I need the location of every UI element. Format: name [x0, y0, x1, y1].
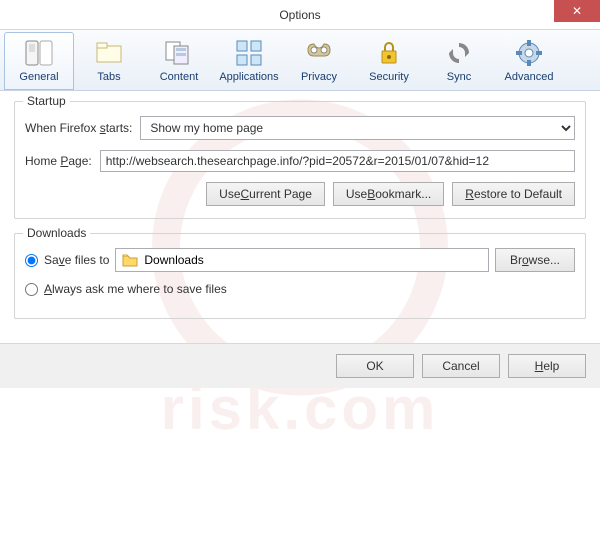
folder-icon — [122, 253, 138, 267]
tab-applications[interactable]: Applications — [214, 32, 284, 90]
close-icon: ✕ — [572, 4, 582, 18]
window-title: Options — [279, 8, 320, 22]
security-icon — [373, 37, 405, 69]
home-page-label: Home Page: — [25, 154, 92, 168]
tab-privacy[interactable]: Privacy — [284, 32, 354, 90]
title-bar: Options ✕ — [0, 0, 600, 30]
help-button[interactable]: Help — [508, 354, 586, 378]
sync-icon — [443, 37, 475, 69]
always-ask-radio[interactable] — [25, 283, 38, 296]
privacy-icon — [303, 37, 335, 69]
tab-tabs[interactable]: Tabs — [74, 32, 144, 90]
browse-button[interactable]: Browse... — [495, 248, 575, 272]
downloads-folder-name: Downloads — [144, 253, 203, 267]
startup-legend: Startup — [23, 94, 70, 108]
when-firefox-starts-label: When Firefox starts: — [25, 121, 132, 135]
downloads-folder-box[interactable]: Downloads — [115, 248, 489, 272]
tab-general[interactable]: General — [4, 32, 74, 90]
content-area: Startup When Firefox starts: Show my hom… — [0, 91, 600, 343]
dialog-button-bar: OK Cancel Help — [0, 343, 600, 388]
general-icon — [23, 37, 55, 69]
tabs-icon — [93, 37, 125, 69]
when-firefox-starts-select[interactable]: Show my home page — [140, 116, 575, 140]
tab-content[interactable]: Content — [144, 32, 214, 90]
startup-group: Startup When Firefox starts: Show my hom… — [14, 101, 586, 219]
home-page-input[interactable] — [100, 150, 575, 172]
tab-advanced[interactable]: Advanced — [494, 32, 564, 90]
category-toolbar: General Tabs Content Applications Privac… — [0, 30, 600, 91]
save-files-to-label: Save files to — [44, 253, 109, 267]
advanced-icon — [513, 37, 545, 69]
cancel-button[interactable]: Cancel — [422, 354, 500, 378]
content-icon — [163, 37, 195, 69]
tab-security[interactable]: Security — [354, 32, 424, 90]
applications-icon — [233, 37, 265, 69]
downloads-group: Downloads Save files to Downloads Browse… — [14, 233, 586, 319]
ok-button[interactable]: OK — [336, 354, 414, 378]
downloads-legend: Downloads — [23, 226, 90, 240]
restore-default-button[interactable]: Restore to Default — [452, 182, 575, 206]
close-button[interactable]: ✕ — [554, 0, 600, 22]
use-bookmark-button[interactable]: Use Bookmark... — [333, 182, 444, 206]
always-ask-label: Always ask me where to save files — [44, 282, 227, 296]
use-current-page-button[interactable]: Use Current Page — [206, 182, 325, 206]
save-files-to-radio[interactable] — [25, 254, 38, 267]
tab-sync[interactable]: Sync — [424, 32, 494, 90]
